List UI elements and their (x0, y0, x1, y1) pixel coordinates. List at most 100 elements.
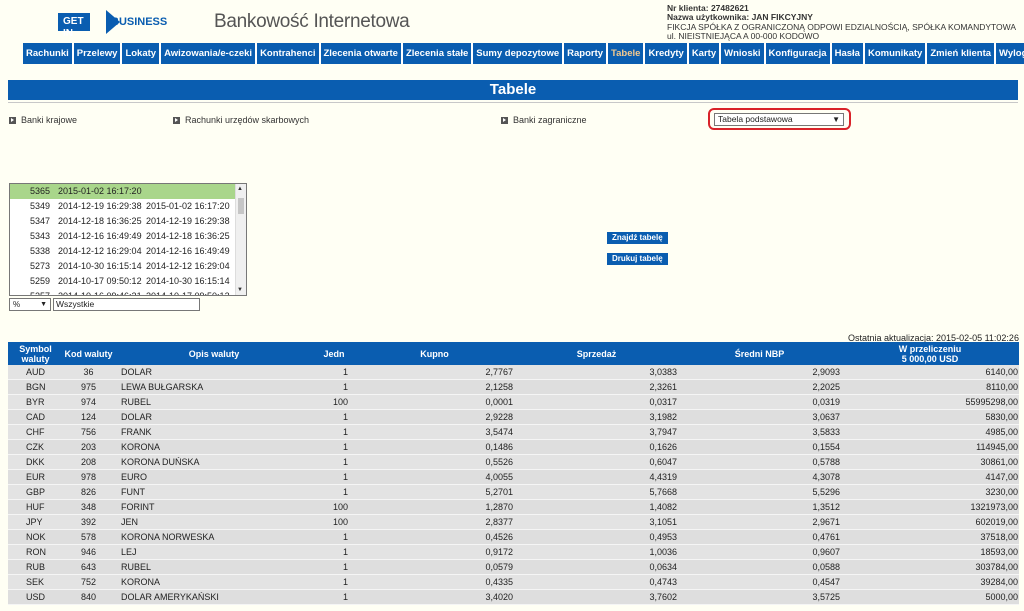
nav-lokaty[interactable]: Lokaty (122, 43, 160, 64)
cell-sprzedaz: 3,7602 (649, 592, 677, 602)
table-row: USD 840 DOLAR AMERYKAŃSKI 1 3,4020 3,7602 3,57… (8, 590, 1019, 605)
cell-sprzedaz: 2,3261 (649, 382, 677, 392)
cell-jedn: 1 (342, 427, 348, 437)
list-item-from: 2014-10-17 09:50:12 (58, 276, 142, 286)
nav-has-a[interactable]: Hasła (831, 43, 863, 64)
cell-kupno: 0,9172 (485, 547, 513, 557)
cell-opis: FRANK (121, 427, 152, 437)
table-header: Symbol waluty Kod waluty Opis waluty Jed… (8, 342, 1019, 365)
logo-text-right: BUSINESS (111, 16, 168, 28)
banki-krajowe-link[interactable]: Banki krajowe (9, 115, 77, 125)
list-item[interactable]: 5343 2014-12-16 16:49:49 2014-12-18 16:36:… (10, 229, 236, 244)
tables-listbox[interactable]: 5365 2015-01-02 16:17:20 5349 2014-12-19 16… (9, 183, 247, 296)
cell-opis: RUBEL (121, 397, 152, 407)
cell-sprzedaz: 0,1626 (649, 442, 677, 452)
col-przeliczenie-line1: W przeliczeniu (898, 343, 962, 354)
list-item-from: 2014-12-19 16:29:38 (58, 201, 142, 211)
cell-opis: LEWA BUŁGARSKA (121, 382, 204, 392)
user-label: Nazwa użytkownika: (667, 12, 750, 23)
user-name: JAN FIKCYJNY (751, 12, 813, 23)
scroll-up-icon[interactable]: ▲ (237, 186, 243, 192)
list-item-from: 2014-12-18 16:36:25 (58, 216, 142, 226)
cell-symbol: USD (26, 592, 46, 602)
nav-karty[interactable]: Karty (688, 43, 720, 64)
col-nbp: Średni NBP (734, 348, 785, 359)
cell-symbol: BGN (26, 382, 46, 392)
nav-wnioski[interactable]: Wnioski (721, 43, 764, 64)
list-item-id: 5347 (30, 216, 51, 226)
cell-nbp: 0,0319 (812, 397, 840, 407)
table-row: CAD 124 DOLAR 1 2,9228 3,1982 3,0637 5830,00 (8, 410, 1019, 425)
cell-przeliczenie: 5000,00 (985, 592, 1018, 602)
rachunki-us-link[interactable]: Rachunki urzędów skarbowych (173, 115, 309, 125)
cell-jedn: 100 (332, 502, 348, 512)
cell-kod: 208 (80, 457, 97, 467)
cell-sprzedaz: 3,1051 (649, 517, 677, 527)
cell-sprzedaz: 3,7947 (649, 427, 677, 437)
cell-opis: KORONA DUŃSKA (121, 457, 200, 467)
cell-sprzedaz: 0,4953 (649, 532, 677, 542)
cell-kod: 348 (80, 502, 97, 512)
nav-zlecenia-sta-e[interactable]: Zlecenia stałe (402, 43, 472, 64)
list-item[interactable]: 5365 2015-01-02 16:17:20 (10, 184, 236, 199)
cell-kupno: 3,5474 (485, 427, 513, 437)
list-item[interactable]: 5273 2014-10-30 16:15:14 2014-12-12 16:29:… (10, 259, 236, 274)
pct-select[interactable]: % ▼ (9, 298, 51, 311)
cell-kupno: 0,1486 (485, 442, 513, 452)
nav-zmie-klienta[interactable]: Zmień klienta (927, 43, 995, 64)
list-item[interactable]: 5349 2014-12-19 16:29:38 2015-01-02 16:17:… (10, 199, 236, 214)
cell-symbol: AUD (26, 367, 46, 377)
arrow-bullet-icon (501, 116, 508, 124)
cell-jedn: 1 (342, 532, 348, 542)
list-item[interactable]: 5347 2014-12-18 16:36:25 2014-12-19 16:29:… (10, 214, 236, 229)
col-opis: Opis waluty (188, 348, 240, 359)
dropdown-arrow-icon: ▼ (40, 301, 47, 308)
cell-kupno: 2,9228 (485, 412, 513, 422)
table-row: RUB 643 RUBEL 1 0,0579 0,0634 0,0588 303784,00 (8, 560, 1019, 575)
nav-raporty[interactable]: Raporty (564, 43, 607, 64)
cell-przeliczenie: 1321973,00 (970, 502, 1018, 512)
nav-kredyty[interactable]: Kredyty (645, 43, 687, 64)
filter-input[interactable]: Wszystkie (53, 298, 200, 311)
rates-table: Symbol waluty Kod waluty Opis waluty Jed… (8, 342, 1019, 605)
list-item-to: 2014-12-12 16:29:04 (146, 261, 230, 271)
nav-zlecenia-otwarte[interactable]: Zlecenia otwarte (320, 43, 401, 64)
nav-rachunki[interactable]: Rachunki (23, 43, 72, 64)
cell-symbol: GBP (26, 487, 46, 497)
cell-jedn: 1 (342, 442, 348, 452)
list-item[interactable]: 5259 2014-10-17 09:50:12 2014-10-30 16:15:… (10, 274, 236, 289)
print-table-button[interactable]: Drukuj tabelę (607, 253, 668, 265)
nav-przelewy[interactable]: Przelewy (73, 43, 121, 64)
cell-jedn: 1 (342, 562, 348, 572)
list-item[interactable]: 5257 2014-10-16 09:46:21 2014-10-17 09:50:… (10, 289, 236, 295)
nav-awizowania-e-czeki[interactable]: Awizowania/e-czeki (161, 43, 256, 64)
cell-kod: 752 (80, 577, 97, 587)
arrow-bullet-icon (173, 116, 180, 124)
cell-nbp: 4,3078 (812, 472, 840, 482)
nav-komunikaty[interactable]: Komunikaty (864, 43, 926, 64)
cell-kupno: 1,2870 (485, 502, 513, 512)
rachunki-us-label: Rachunki urzędów skarbowych (185, 115, 310, 125)
nav-konfiguracja[interactable]: Konfiguracja (765, 43, 830, 64)
list-item-id: 5259 (30, 276, 51, 286)
cell-przeliczenie: 6140,00 (985, 367, 1018, 377)
cell-jedn: 100 (332, 517, 348, 527)
cell-nbp: 0,1554 (812, 442, 840, 452)
banki-zagraniczne-link[interactable]: Banki zagraniczne (501, 115, 587, 125)
find-table-button[interactable]: Znajdź tabelę (607, 232, 668, 244)
cell-sprzedaz: 5,7668 (649, 487, 677, 497)
bank-title: Bankowość Internetowa (214, 11, 410, 32)
scroll-down-icon[interactable]: ▼ (237, 287, 243, 293)
nav-sumy-depozytowe[interactable]: Sumy depozytowe (473, 43, 563, 64)
table-row: DKK 208 KORONA DUŃSKA 1 0,5526 0,6047 0,5788 30… (8, 455, 1019, 470)
nav-kontrahenci[interactable]: Kontrahenci (257, 43, 319, 64)
listbox-scrollbar[interactable]: ▲ ▼ (235, 184, 246, 295)
table-type-select[interactable]: Tabela podstawowa ▼ (714, 113, 844, 126)
scroll-thumb[interactable] (238, 198, 244, 214)
cell-kod: 974 (80, 397, 97, 407)
list-item[interactable]: 5338 2014-12-12 16:29:04 2014-12-16 16:49:… (10, 244, 236, 259)
nav-tabele[interactable]: Tabele (608, 43, 644, 64)
table-row: HUF 348 FORINT 100 1,2870 1,4082 1,3512 1321973… (8, 500, 1019, 515)
nav-wylogowanie[interactable]: Wylogowanie (996, 43, 1024, 64)
cell-przeliczenie: 114945,00 (976, 442, 1018, 452)
